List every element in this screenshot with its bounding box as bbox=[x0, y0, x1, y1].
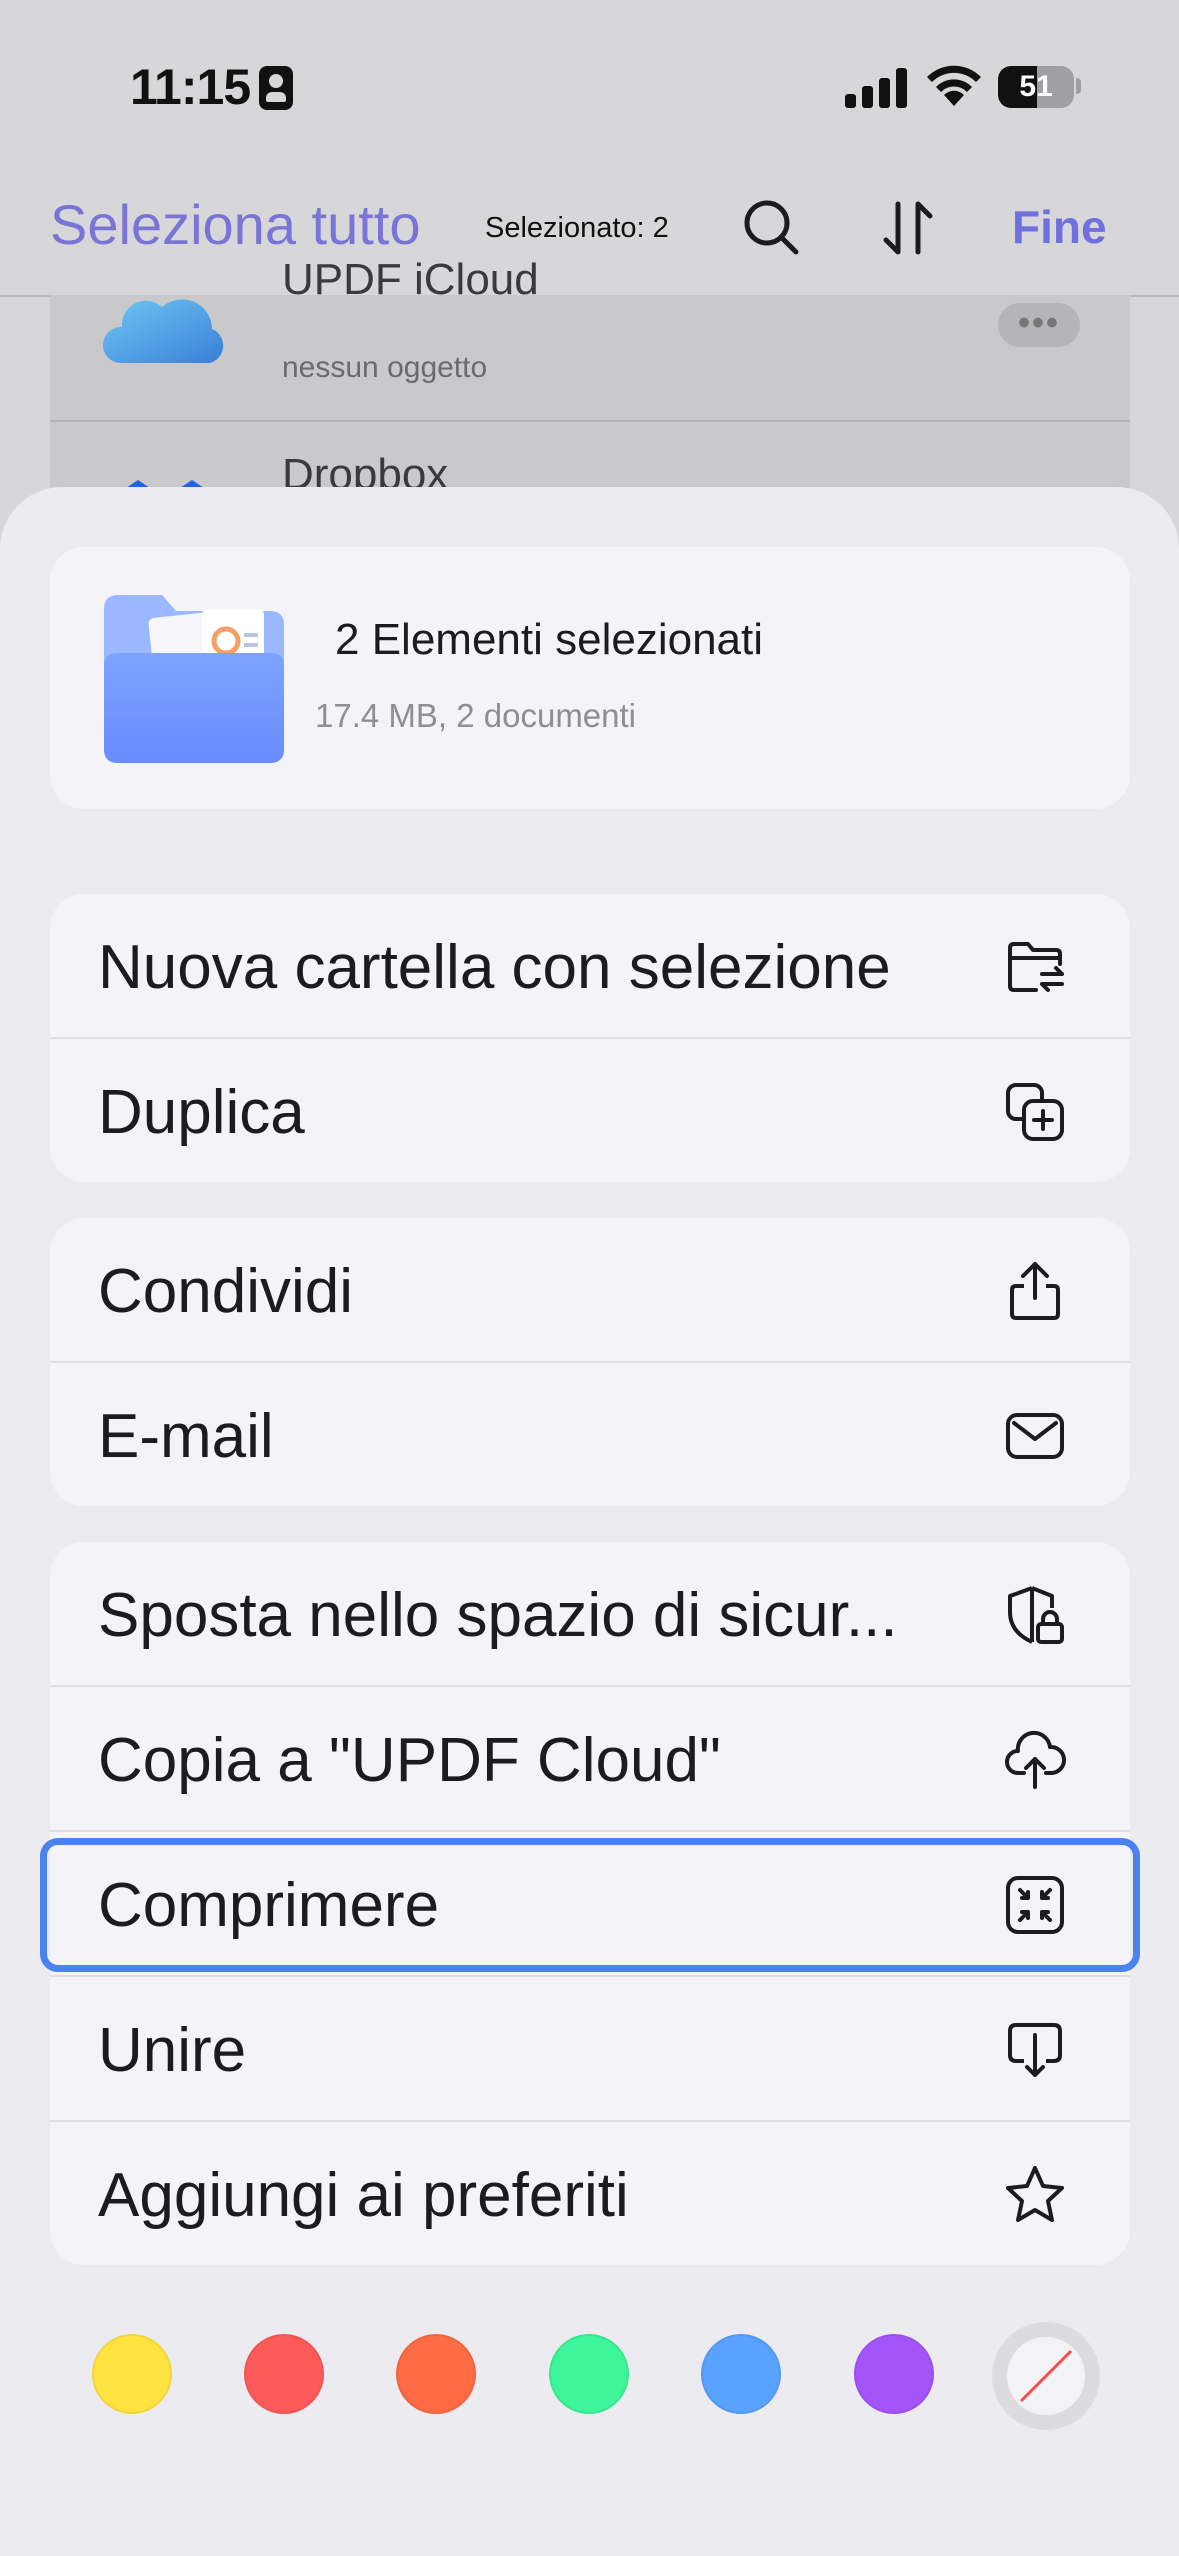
menu-item-move-to-secure-space[interactable]: Sposta nello spazio di sicur... bbox=[50, 1542, 1130, 1687]
action-group: Condividi E-mail bbox=[50, 1218, 1130, 1506]
list-item-subtitle: nessun oggetto bbox=[282, 351, 488, 384]
menu-item-label: E-mail bbox=[98, 1402, 274, 1471]
action-sheet: 2 Elementi selezionati 17.4 MB, 2 docume… bbox=[0, 487, 1179, 2556]
menu-item-duplicate[interactable]: Duplica bbox=[50, 1039, 1130, 1182]
merge-icon bbox=[1002, 2017, 1068, 2083]
select-all-button[interactable]: Seleziona tutto bbox=[50, 192, 420, 257]
selection-highlight bbox=[40, 1838, 1140, 1972]
menu-item-label: Aggiungi ai preferiti bbox=[98, 2161, 629, 2230]
menu-item-copy-to-cloud[interactable]: Copia a "UPDF Cloud" bbox=[50, 1687, 1130, 1832]
selected-count: Selezionato: 2 bbox=[485, 212, 669, 244]
color-swatch-green[interactable] bbox=[549, 2334, 629, 2414]
menu-item-label: Sposta nello spazio di sicur... bbox=[98, 1581, 898, 1650]
icloud-icon bbox=[102, 299, 224, 363]
menu-item-label: Duplica bbox=[98, 1078, 305, 1147]
wifi-icon bbox=[927, 65, 981, 106]
color-swatch-orange[interactable] bbox=[396, 2334, 476, 2414]
menu-item-email[interactable]: E-mail bbox=[50, 1363, 1130, 1506]
menu-item-share[interactable]: Condividi bbox=[50, 1218, 1130, 1363]
search-icon[interactable] bbox=[740, 196, 804, 260]
share-icon bbox=[1002, 1258, 1068, 1324]
no-color-swatch[interactable] bbox=[992, 2322, 1100, 2430]
status-bar: 11:15 51 bbox=[0, 0, 1179, 170]
cloud-upload-icon bbox=[1002, 1727, 1068, 1793]
menu-item-label: Nuova cartella con selezione bbox=[98, 933, 891, 1002]
battery-cap bbox=[1076, 78, 1081, 94]
battery-level: 51 bbox=[1019, 70, 1053, 103]
shield-lock-icon bbox=[1002, 1582, 1068, 1648]
folder-icon bbox=[104, 595, 284, 763]
more-options-icon[interactable]: ••• bbox=[998, 303, 1080, 347]
list-item-title: UPDF iCloud bbox=[282, 255, 539, 304]
contact-card-icon bbox=[259, 66, 293, 110]
selection-details: 17.4 MB, 2 documenti bbox=[315, 697, 637, 734]
status-time: 11:15 bbox=[130, 59, 251, 115]
menu-item-label: Copia a "UPDF Cloud" bbox=[98, 1726, 721, 1795]
color-swatch-purple[interactable] bbox=[854, 2334, 934, 2414]
mail-icon bbox=[1002, 1403, 1068, 1469]
no-color-icon bbox=[1019, 2349, 1073, 2403]
menu-item-label: Unire bbox=[98, 2016, 247, 2085]
done-button[interactable]: Fine bbox=[1012, 200, 1107, 254]
action-group: Nuova cartella con selezione Duplica bbox=[50, 894, 1130, 1182]
cellular-signal-icon bbox=[845, 66, 907, 108]
battery-icon: 51 bbox=[998, 66, 1074, 108]
color-tag-row bbox=[0, 2322, 1179, 2432]
menu-item-label: Condividi bbox=[98, 1257, 354, 1326]
color-swatch-blue[interactable] bbox=[701, 2334, 781, 2414]
divider bbox=[50, 420, 1130, 422]
duplicate-icon bbox=[1002, 1079, 1068, 1145]
selection-title: 2 Elementi selezionati bbox=[335, 615, 764, 664]
menu-item-new-folder-with-selection[interactable]: Nuova cartella con selezione bbox=[50, 894, 1130, 1039]
selection-summary: 2 Elementi selezionati 17.4 MB, 2 docume… bbox=[50, 547, 1130, 809]
color-swatch-yellow[interactable] bbox=[92, 2334, 172, 2414]
sort-icon[interactable] bbox=[876, 196, 940, 260]
star-icon bbox=[1002, 2162, 1068, 2228]
folder-move-icon bbox=[1002, 934, 1068, 1000]
color-swatch-red[interactable] bbox=[244, 2334, 324, 2414]
top-navigation-bar: Seleziona tutto Selezionato: 2 Fine bbox=[0, 170, 1179, 297]
menu-item-merge[interactable]: Unire bbox=[50, 1977, 1130, 2122]
menu-item-add-to-favorites[interactable]: Aggiungi ai preferiti bbox=[50, 2122, 1130, 2265]
